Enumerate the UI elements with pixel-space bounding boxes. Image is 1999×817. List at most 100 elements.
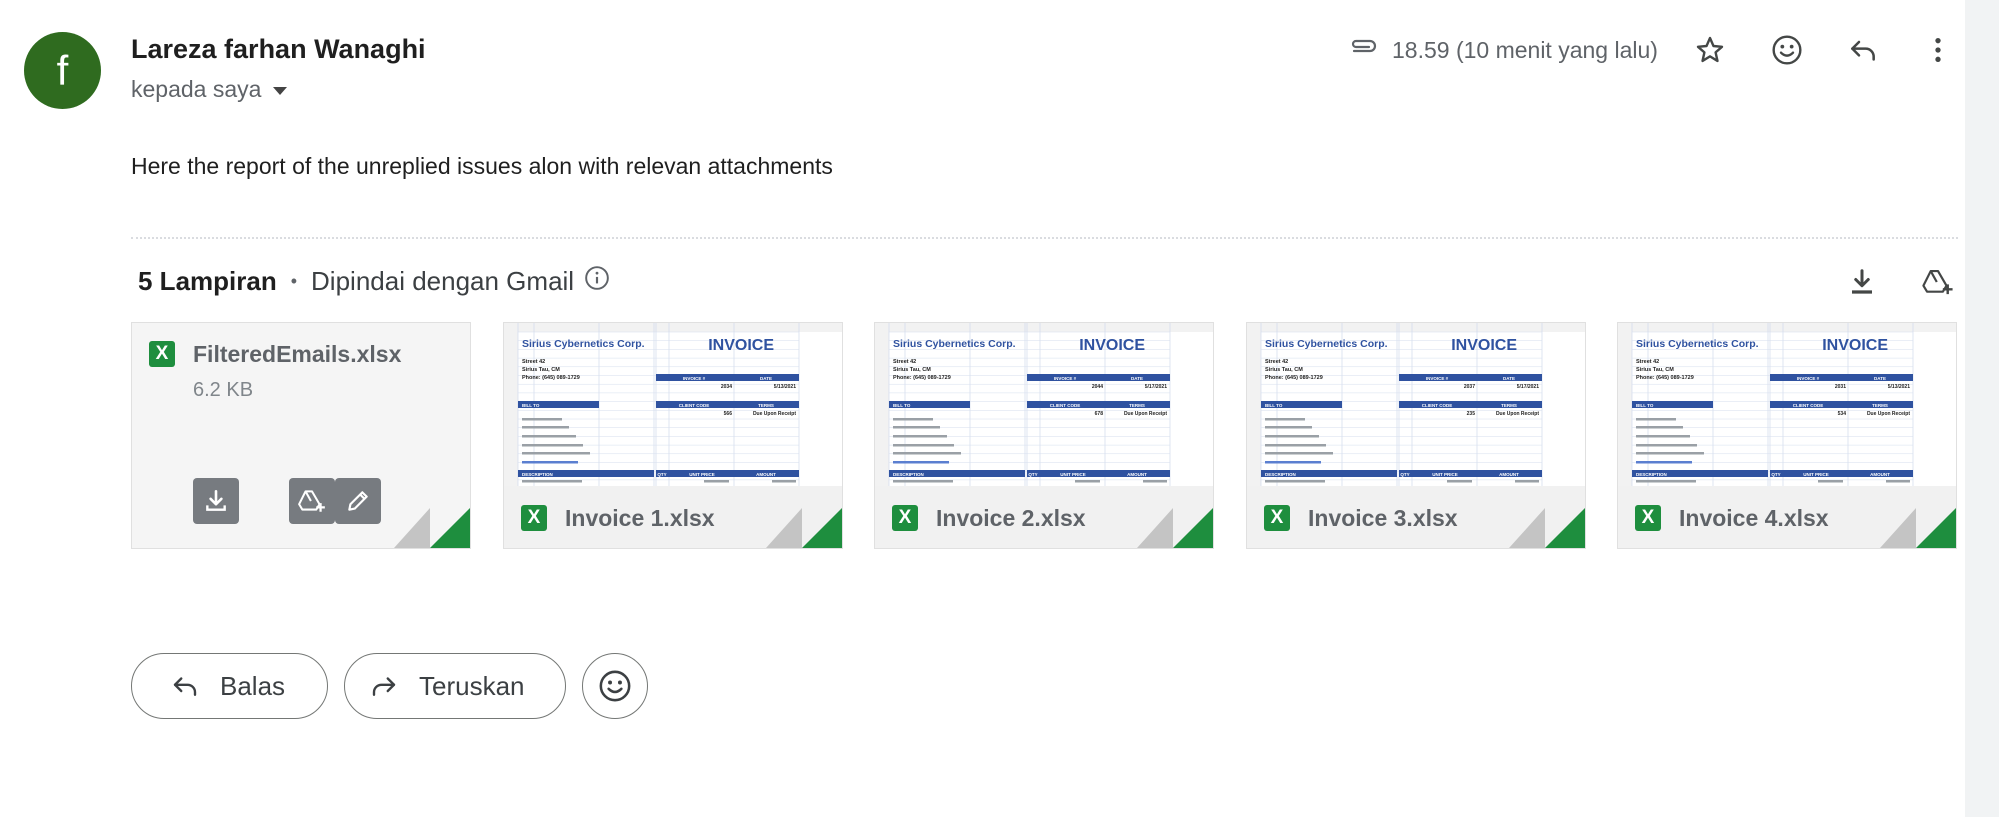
preview-billto-line (1636, 452, 1704, 455)
preview-company: Sirius Cybernetics Corp. (1265, 338, 1388, 350)
sender-name[interactable]: Lareza farhan Wanaghi (131, 34, 426, 65)
preview-client-bar (1770, 401, 1913, 408)
download-icon (206, 489, 226, 511)
preview-date-label: DATE (1503, 376, 1515, 381)
add-to-drive-icon (298, 490, 325, 512)
attachment-card-invoice-4[interactable]: Sirius Cybernetics Corp. INVOICE Street 42… (1617, 322, 1957, 549)
attachment-filename: Invoice 2.xlsx (936, 504, 1086, 531)
preview-terms-label: TERMS (758, 403, 774, 408)
preview-billto-line (893, 418, 933, 421)
preview-city: Sirius Tau, CM (1636, 367, 1674, 373)
spreadsheet-corner-icon (766, 508, 842, 548)
preview-client-code: 534 (1838, 411, 1847, 417)
invoice-preview: Sirius Cybernetics Corp. INVOICE Street 42… (1247, 323, 1585, 486)
separator-dot: • (290, 271, 298, 291)
preview-billto-line (522, 444, 583, 447)
preview-title: INVOICE (708, 337, 774, 354)
recipient-details[interactable]: kepada saya (131, 76, 288, 103)
preview-unit-label: UNIT PRICE (1803, 472, 1829, 477)
reply-icon (173, 677, 197, 696)
star-icon[interactable] (1690, 30, 1730, 70)
reply-button[interactable]: Balas (131, 653, 328, 719)
preview-terms-label: TERMS (1129, 403, 1145, 408)
preview-terms-value: Due Upon Receipt (753, 411, 796, 417)
excel-icon: X (521, 505, 547, 531)
attachment-filename: Invoice 1.xlsx (565, 504, 715, 531)
preview-street: Street 42 (522, 359, 545, 365)
preview-row-header (504, 323, 518, 486)
preview-item-line (772, 480, 796, 483)
preview-qty-bar (1027, 470, 1170, 477)
add-to-drive-button[interactable] (289, 478, 335, 524)
preview-title: INVOICE (1822, 337, 1888, 354)
preview-item-line (1143, 480, 1167, 483)
scanned-label: Dipindai dengan Gmail (311, 266, 575, 296)
preview-billto-line (893, 452, 961, 455)
preview-title: INVOICE (1079, 337, 1145, 354)
attachment-icon (1348, 36, 1378, 64)
preview-invoice-number: 2037 (1464, 384, 1475, 390)
preview-billto-line (893, 461, 949, 464)
attachment-card-invoice-1[interactable]: Sirius Cybernetics Corp. INVOICE Street 42… (503, 322, 843, 549)
preview-amount-label: AMOUNT (1499, 472, 1519, 477)
preview-street: Street 42 (1265, 359, 1288, 365)
preview-city: Sirius Tau, CM (893, 367, 931, 373)
preview-client-label: CLIENT CODE (1050, 403, 1081, 408)
download-button[interactable] (193, 478, 239, 524)
preview-item-line (1265, 480, 1325, 483)
reply-label: Balas (220, 670, 286, 701)
preview-client-bar (1399, 401, 1542, 408)
scrollbar-track[interactable] (1965, 0, 1999, 817)
preview-header-bar (1770, 374, 1913, 381)
emoji-reaction-button[interactable] (582, 653, 648, 719)
preview-billto-line (1265, 435, 1319, 438)
invoice-preview: Sirius Cybernetics Corp. INVOICE Street 42… (504, 323, 842, 486)
preview-item-line (1447, 480, 1472, 483)
avatar-letter: f (56, 46, 69, 94)
preview-amount-label: AMOUNT (1870, 472, 1890, 477)
more-options-icon[interactable] (1918, 30, 1958, 70)
download-all-icon[interactable] (1842, 262, 1882, 302)
reply-icon[interactable] (1843, 30, 1883, 70)
preview-date: 5/13/2021 (1888, 384, 1910, 390)
edit-button[interactable] (335, 478, 381, 524)
forward-button[interactable]: Teruskan (344, 653, 566, 719)
preview-billto-line (1265, 444, 1326, 447)
preview-item-line (1818, 480, 1843, 483)
preview-qty-bar (1770, 470, 1913, 477)
preview-billto-line (1636, 461, 1692, 464)
preview-unit-label: UNIT PRICE (689, 472, 715, 477)
attachment-card-filteredemails[interactable]: X FilteredEmails.xlsx 6.2 KB (131, 322, 471, 549)
avatar[interactable]: f (24, 32, 101, 109)
smiley-icon (599, 670, 631, 702)
message-body: Here the report of the unreplied issues … (131, 153, 833, 179)
info-icon[interactable] (584, 265, 610, 298)
preview-unit-label: UNIT PRICE (1060, 472, 1086, 477)
add-to-drive-icon[interactable] (1918, 262, 1958, 302)
preview-amount-label: AMOUNT (756, 472, 776, 477)
preview-qty-bar (656, 470, 799, 477)
preview-billto-line (1636, 435, 1690, 438)
emoji-react-icon[interactable] (1767, 30, 1807, 70)
preview-billto-line (1265, 426, 1312, 429)
preview-row-header (875, 323, 889, 486)
preview-invoice-label: INVOICE # (1426, 376, 1449, 381)
preview-phone: Phone: (645) 089-1729 (522, 375, 580, 381)
preview-billto-line (522, 426, 569, 429)
preview-terms-value: Due Upon Receipt (1867, 411, 1910, 417)
preview-qty-label: QTY (1400, 472, 1409, 477)
invoice-preview: Sirius Cybernetics Corp. INVOICE Street 42… (1618, 323, 1956, 486)
attachment-card-invoice-3[interactable]: Sirius Cybernetics Corp. INVOICE Street 42… (1246, 322, 1586, 549)
preview-column-header (1618, 323, 1956, 332)
preview-company: Sirius Cybernetics Corp. (893, 338, 1016, 350)
attachment-card-invoice-2[interactable]: Sirius Cybernetics Corp. INVOICE Street 42… (874, 322, 1214, 549)
preview-column-header (1247, 323, 1585, 332)
preview-phone: Phone: (645) 089-1729 (1265, 375, 1323, 381)
preview-street: Street 42 (893, 359, 916, 365)
preview-client-label: CLIENT CODE (679, 403, 710, 408)
preview-column-header (875, 323, 1213, 332)
preview-phone: Phone: (645) 089-1729 (893, 375, 951, 381)
preview-phone: Phone: (645) 089-1729 (1636, 375, 1694, 381)
chevron-down-icon[interactable] (273, 86, 288, 95)
preview-client-code: 235 (1467, 411, 1476, 417)
